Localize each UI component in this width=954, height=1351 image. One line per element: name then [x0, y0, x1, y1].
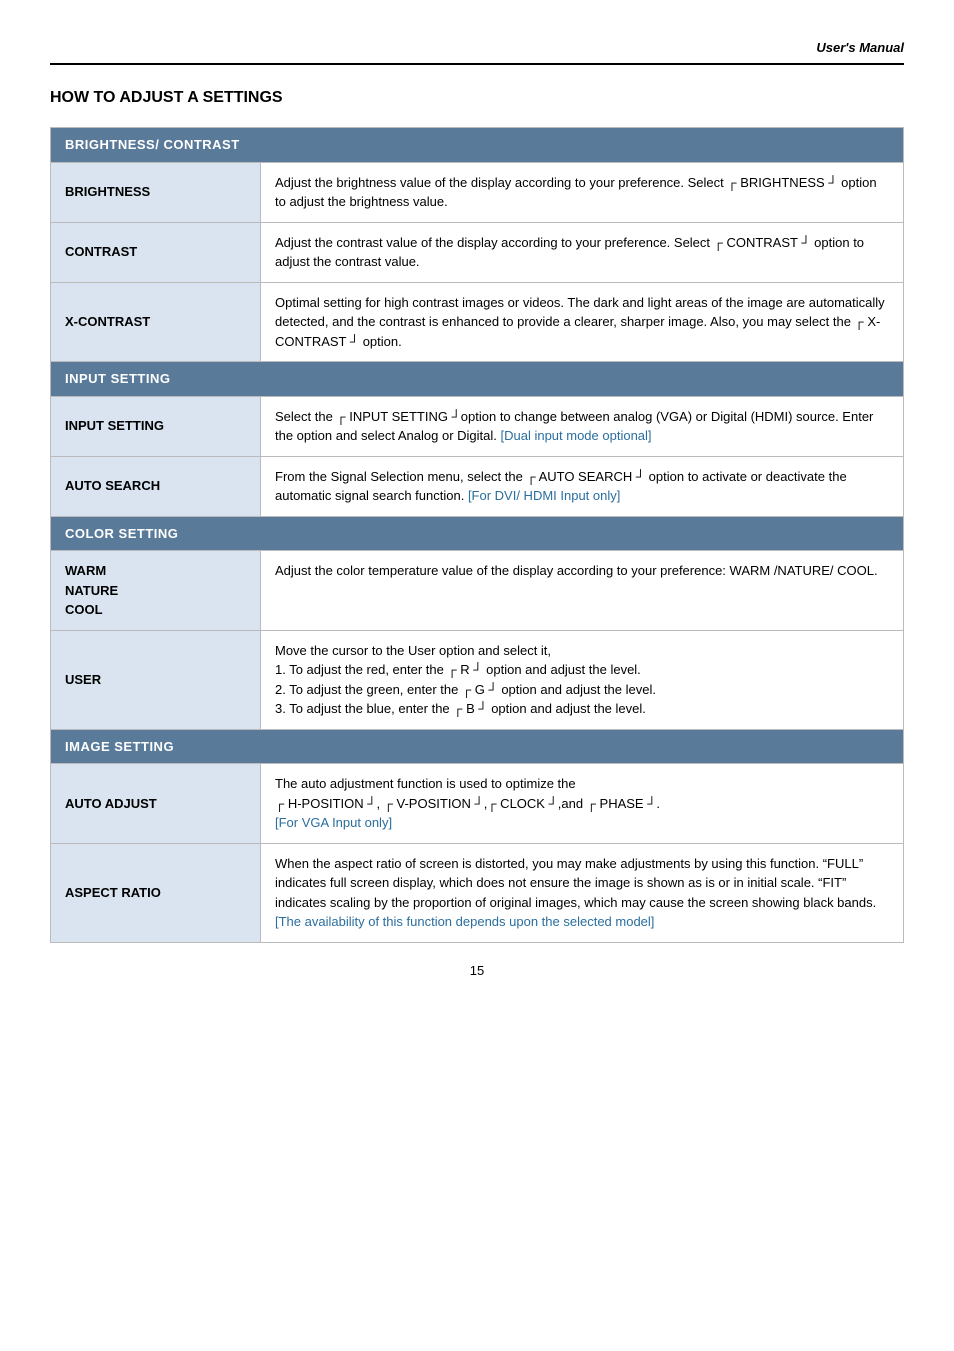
description-cell: Adjust the brightness value of the displ…	[261, 162, 904, 222]
description-cell: When the aspect ratio of screen is disto…	[261, 843, 904, 942]
description-cell: Move the cursor to the User option and s…	[261, 630, 904, 729]
label-cell: X-CONTRAST	[51, 282, 261, 362]
label-cell: INPUT SETTING	[51, 396, 261, 456]
label-cell: BRIGHTNESS	[51, 162, 261, 222]
header-divider	[50, 63, 904, 65]
table-row: CONTRASTAdjust the contrast value of the…	[51, 222, 904, 282]
link-text: [The availability of this function depen…	[275, 914, 654, 929]
table-row: ASPECT RATIOWhen the aspect ratio of scr…	[51, 843, 904, 942]
section-header-0: BRIGHTNESS/ CONTRAST	[51, 128, 904, 163]
label-cell: WARMNATURECOOL	[51, 551, 261, 631]
section-header-2: COLOR SETTING	[51, 516, 904, 551]
table-row: AUTO SEARCHFrom the Signal Selection men…	[51, 456, 904, 516]
link-text: [For VGA Input only]	[275, 815, 392, 830]
page-title: HOW TO ADJUST A SETTINGS	[50, 89, 904, 107]
link-text: [Dual input mode optional]	[500, 428, 651, 443]
label-cell: AUTO SEARCH	[51, 456, 261, 516]
description-cell: From the Signal Selection menu, select t…	[261, 456, 904, 516]
label-cell: CONTRAST	[51, 222, 261, 282]
description-cell: Optimal setting for high contrast images…	[261, 282, 904, 362]
page-header: User's Manual	[50, 40, 904, 55]
settings-table: BRIGHTNESS/ CONTRASTBRIGHTNESSAdjust the…	[50, 127, 904, 943]
description-cell: Adjust the color temperature value of th…	[261, 551, 904, 631]
description-cell: The auto adjustment function is used to …	[261, 764, 904, 844]
table-row: WARMNATURECOOLAdjust the color temperatu…	[51, 551, 904, 631]
label-cell: ASPECT RATIO	[51, 843, 261, 942]
label-cell: AUTO ADJUST	[51, 764, 261, 844]
label-cell: USER	[51, 630, 261, 729]
link-text: [For DVI/ HDMI Input only]	[468, 488, 620, 503]
description-cell: Select the ┌ INPUT SETTING ┘option to ch…	[261, 396, 904, 456]
description-cell: Adjust the contrast value of the display…	[261, 222, 904, 282]
table-row: INPUT SETTINGSelect the ┌ INPUT SETTING …	[51, 396, 904, 456]
table-row: BRIGHTNESSAdjust the brightness value of…	[51, 162, 904, 222]
table-row: AUTO ADJUSTThe auto adjustment function …	[51, 764, 904, 844]
section-header-3: IMAGE SETTING	[51, 729, 904, 764]
table-row: X-CONTRASTOptimal setting for high contr…	[51, 282, 904, 362]
section-header-1: INPUT SETTING	[51, 362, 904, 397]
table-row: USERMove the cursor to the User option a…	[51, 630, 904, 729]
page-number: 15	[50, 963, 904, 978]
